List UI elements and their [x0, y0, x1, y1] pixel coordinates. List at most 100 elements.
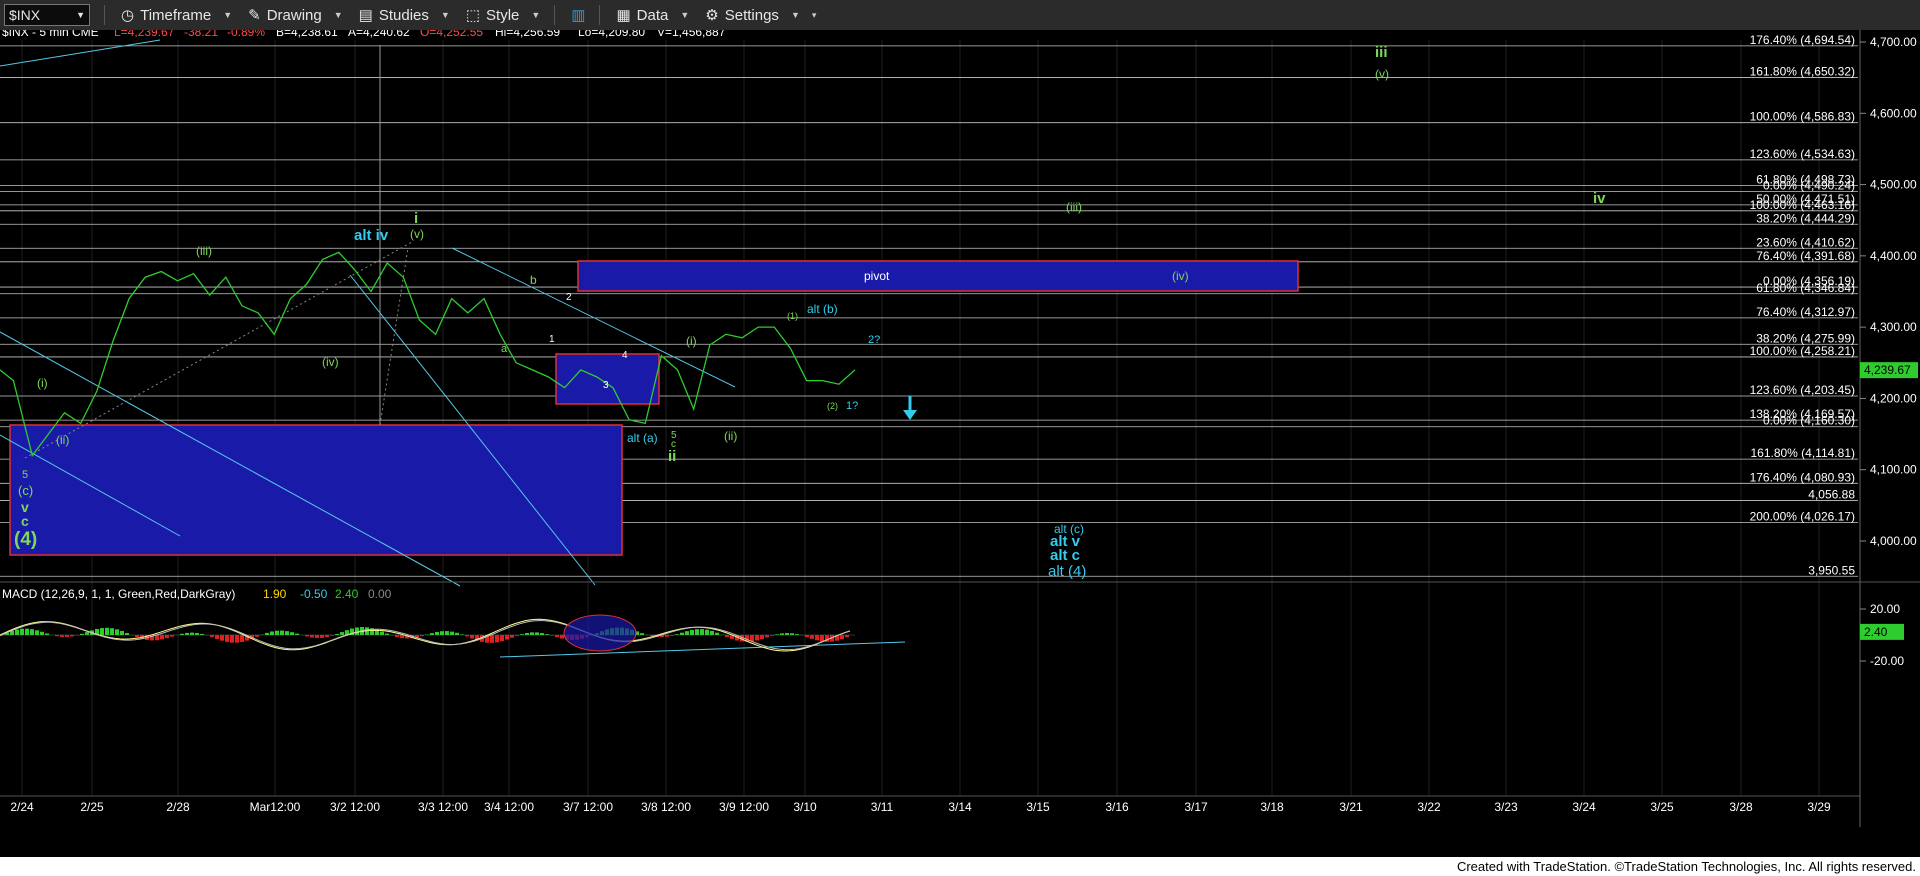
- studies-button[interactable]: ▤ Studies ▼: [358, 6, 450, 25]
- macd-histogram-bar: [280, 630, 284, 635]
- macd-histogram-bar: [840, 635, 844, 640]
- macd-histogram-bar: [30, 629, 34, 635]
- chart-canvas[interactable]: 4,700.00 4,600.00 4,500.00 4,400.00 4,300.00…: [0, 30, 1920, 857]
- lower-support-box[interactable]: [9, 424, 623, 556]
- info-pct: -0.89%: [227, 30, 265, 39]
- x-axis-label: 3/7 12:00: [563, 800, 613, 814]
- studies-label: Studies: [378, 6, 429, 24]
- macd-histogram-bar: [135, 635, 139, 638]
- wave-label: alt (4): [1048, 563, 1086, 580]
- x-axis-label: 3/29: [1807, 800, 1831, 814]
- macd-histogram-bar: [125, 632, 129, 635]
- macd-histogram-bar: [160, 635, 164, 640]
- macd-histogram-bar: [230, 635, 234, 643]
- fib-level-label: 176.40% (4,694.54): [1750, 33, 1855, 47]
- wave-label: 1: [549, 334, 555, 345]
- chevron-down-icon: ▼: [531, 10, 541, 20]
- macd-histogram-bar: [290, 632, 294, 635]
- macd-histogram-bar: [100, 628, 104, 635]
- wave-label: 2?: [868, 334, 880, 346]
- fib-level-label: 4,056.88: [1808, 487, 1855, 501]
- macd-histogram-bar: [390, 635, 394, 636]
- wave-label: (iv): [1172, 269, 1189, 283]
- macd-histogram-bar: [685, 631, 689, 635]
- fib-level-label: 161.80% (4,650.32): [1750, 64, 1855, 78]
- x-axis-label: 3/16: [1105, 800, 1129, 814]
- macd-histogram-bar: [815, 635, 819, 641]
- footer: Created with TradeStation. ©TradeStation…: [0, 857, 1920, 876]
- wave-label: (2): [827, 401, 838, 411]
- macd-histogram-bar: [185, 632, 189, 635]
- macd-histogram-bar: [105, 627, 109, 635]
- macd-histogram-bar: [80, 633, 84, 635]
- macd-histogram-bar: [775, 634, 779, 635]
- macd-histogram-bar: [785, 633, 789, 635]
- wave-label: 1?: [846, 400, 858, 412]
- macd-histogram-bar: [500, 635, 504, 642]
- x-axis-label: 2/24: [10, 800, 34, 814]
- fib-level-label: 161.80% (4,114.81): [1750, 446, 1855, 460]
- x-axis-label: 3/25: [1650, 800, 1674, 814]
- wave-label: (ii): [724, 429, 737, 443]
- price-tick-label: 4,500.00: [1870, 178, 1917, 192]
- x-axis-label: 3/4 12:00: [484, 800, 534, 814]
- macd-histogram-bar: [320, 635, 324, 638]
- fib-level-label: 100.00% (4,258.21): [1750, 344, 1855, 358]
- macd-histogram-bar: [180, 633, 184, 635]
- macd-histogram-bar: [40, 631, 44, 635]
- macd-histogram-bar: [465, 635, 469, 637]
- macd-value: 1.90: [263, 587, 287, 601]
- info-bid: B=4,238.61: [276, 30, 338, 39]
- macd-histogram-bar: [845, 635, 849, 638]
- fib-level-label: 3,950.55: [1808, 563, 1855, 577]
- chevron-down-icon: ▼: [680, 10, 690, 20]
- symbol-selector[interactable]: $INX ▼: [4, 4, 90, 26]
- settings-label: Settings: [724, 6, 779, 24]
- macd-value: 0.00: [368, 587, 392, 601]
- drawing-label: Drawing: [266, 6, 322, 24]
- pivot-box[interactable]: [577, 260, 1299, 292]
- macd-histogram-bar: [200, 633, 204, 635]
- drawing-button[interactable]: ✎ Drawing ▼: [248, 6, 343, 25]
- macd-histogram-bar: [255, 635, 259, 637]
- studies-icon: ▤: [358, 7, 373, 24]
- macd-histogram-bar: [170, 635, 174, 637]
- info-last: L=4,239.67: [114, 30, 175, 39]
- macd-histogram-bar: [85, 632, 89, 635]
- clock-icon: ◷: [121, 7, 135, 24]
- macd-label: MACD (12,26,9, 1, 1, Green,Red,DarkGray): [2, 587, 235, 601]
- settings-button[interactable]: ⚙ Settings ▼ ▾: [705, 6, 817, 25]
- fib-level-label: 23.60% (4,410.62): [1756, 235, 1855, 249]
- macd-histogram-bar: [450, 631, 454, 635]
- wave-label: 4: [622, 350, 628, 361]
- layout-button[interactable]: ▥: [571, 6, 585, 24]
- x-axis-label: 3/3 12:00: [418, 800, 468, 814]
- fib-level-label: 76.40% (4,391.68): [1756, 249, 1855, 263]
- x-axis-label: 3/23: [1494, 800, 1518, 814]
- macd-histogram-bar: [20, 628, 24, 635]
- symbol-text: $INX: [9, 7, 41, 23]
- macd-current-label: 2.40: [1864, 625, 1888, 639]
- wave-label: iii: [1375, 44, 1388, 61]
- mid-box[interactable]: [555, 353, 660, 405]
- info-high: Hi=4,256.59: [495, 30, 560, 39]
- timeframe-label: Timeframe: [140, 6, 212, 24]
- price-tick-label: 4,400.00: [1870, 249, 1917, 263]
- x-axis-label: 3/9 12:00: [719, 800, 769, 814]
- fib-level-label: 0.00% (4,160.30): [1763, 414, 1855, 428]
- timeframe-button[interactable]: ◷ Timeframe ▼: [121, 6, 232, 25]
- wave-label: alt c: [1050, 547, 1080, 564]
- data-button[interactable]: ▦ Data ▼: [616, 6, 690, 25]
- style-button[interactable]: ⬚ Style ▼: [466, 6, 541, 25]
- macd-highlight-ellipse[interactable]: [563, 614, 637, 652]
- macd-tick-label: 20.00: [1870, 602, 1900, 616]
- wave-label: alt (b): [807, 302, 838, 316]
- macd-histogram-bar: [195, 632, 199, 635]
- wave-label: (4): [14, 529, 37, 550]
- macd-histogram-bar: [765, 635, 769, 638]
- info-volume: V=1,456,887: [657, 30, 726, 39]
- macd-histogram-bar: [35, 630, 39, 635]
- x-axis-label: 3/15: [1026, 800, 1050, 814]
- chevron-down-icon: ▾: [811, 9, 817, 20]
- macd-histogram-bar: [240, 635, 244, 642]
